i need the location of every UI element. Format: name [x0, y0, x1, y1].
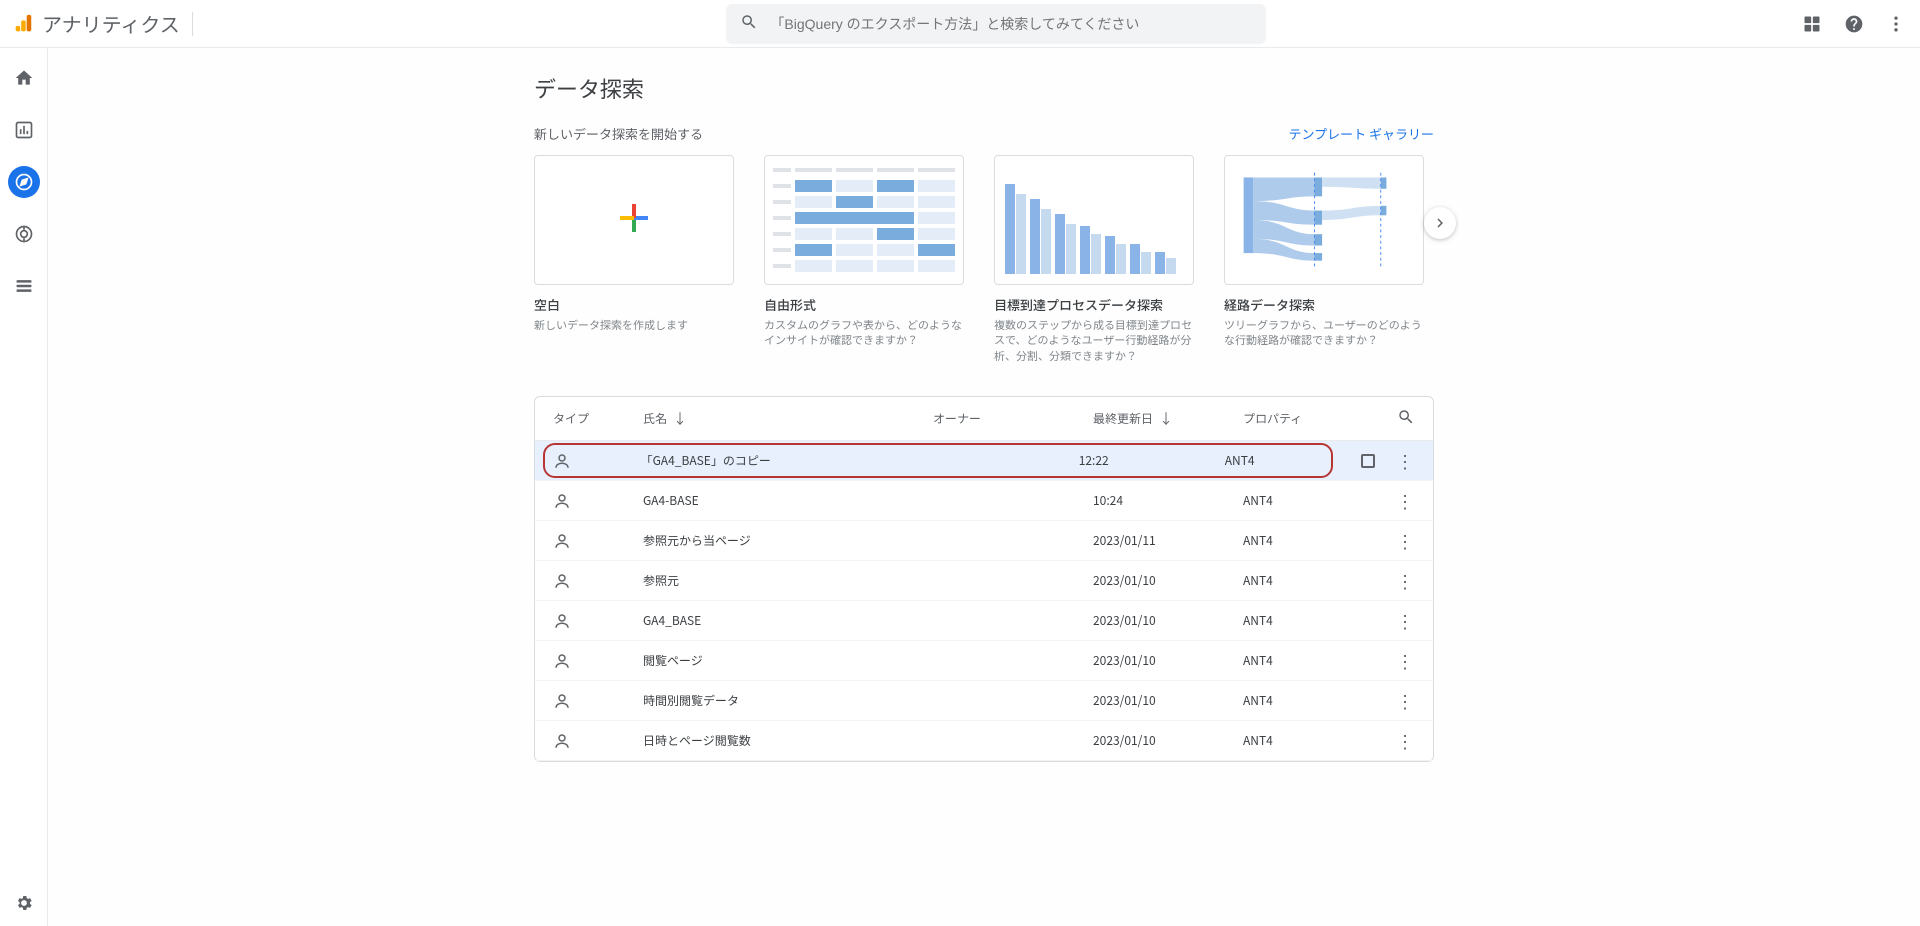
table-row[interactable]: 日時とページ閲覧数 2023/01/10ANT4 ⋮ [535, 721, 1433, 761]
arrow-down-icon: ↓ [673, 409, 687, 429]
template-title: 空白 [534, 295, 734, 314]
table-row[interactable]: 参照元 2023/01/10ANT4 ⋮ [535, 561, 1433, 601]
row-date: 2023/01/10 [1093, 652, 1243, 669]
person-icon [553, 612, 643, 630]
template-desc: 複数のステップから成る目標到達プロセスで、どのようなユーザー行動経路が分析、分割… [994, 318, 1194, 364]
row-property: ANT4 [1243, 572, 1383, 589]
row-property: ANT4 [1243, 532, 1383, 549]
row-name: 「GA4_BASE」のコピー [641, 452, 923, 469]
table-row[interactable]: 閲覧ページ 2023/01/10ANT4 ⋮ [535, 641, 1433, 681]
row-date: 2023/01/10 [1093, 612, 1243, 629]
person-icon [553, 692, 643, 710]
person-icon [553, 652, 643, 670]
template-title: 目標到達プロセスデータ探索 [994, 295, 1194, 314]
page-title: データ探索 [534, 72, 1434, 104]
person-icon [553, 492, 643, 510]
explorations-list: タイプ 氏名 ↓ オーナー 最終更新日 ↓ プロパティ [534, 396, 1434, 762]
arrow-down-icon: ↓ [1159, 409, 1173, 429]
nav-reports[interactable] [8, 114, 40, 146]
table-row[interactable]: 時間別閲覧データ 2023/01/10ANT4 ⋮ [535, 681, 1433, 721]
more-vert-icon[interactable]: ⋮ [1395, 612, 1415, 630]
more-vert-icon[interactable]: ⋮ [1395, 692, 1415, 710]
nav-advertising[interactable] [8, 218, 40, 250]
col-type[interactable]: タイプ [553, 410, 643, 427]
app-title: アナリティクス [42, 9, 180, 38]
row-property: ANT4 [1225, 452, 1361, 469]
more-vert-icon[interactable]: ⋮ [1395, 452, 1415, 470]
template-funnel[interactable] [994, 155, 1194, 285]
table-row[interactable]: GA4-BASE 10:24ANT4 ⋮ [535, 481, 1433, 521]
row-date: 2023/01/10 [1093, 572, 1243, 589]
list-header: タイプ 氏名 ↓ オーナー 最終更新日 ↓ プロパティ [535, 397, 1433, 441]
search-box[interactable] [726, 4, 1266, 44]
row-property: ANT4 [1243, 612, 1383, 629]
plus-icon [616, 200, 652, 240]
more-vert-icon[interactable]: ⋮ [1395, 532, 1415, 550]
template-desc: ツリーグラフから、ユーザーのどのような行動経路が確認できますか？ [1224, 318, 1424, 349]
row-date: 2023/01/10 [1093, 732, 1243, 749]
col-owner[interactable]: オーナー [933, 410, 1093, 427]
table-row[interactable]: 「GA4_BASE」のコピー 12:22ANT4 ⋮ [535, 441, 1433, 481]
more-vert-icon[interactable]: ⋮ [1395, 652, 1415, 670]
template-gallery-link[interactable]: テンプレート ギャラリー [1288, 124, 1434, 143]
template-title: 自由形式 [764, 295, 964, 314]
person-icon [553, 452, 641, 470]
template-path[interactable] [1224, 155, 1424, 285]
analytics-logo-icon [12, 13, 34, 35]
row-property: ANT4 [1243, 492, 1383, 509]
template-freeform[interactable] [764, 155, 964, 285]
search-icon [740, 13, 758, 35]
more-vert-icon[interactable]: ⋮ [1395, 572, 1415, 590]
more-vert-icon[interactable]: ⋮ [1395, 732, 1415, 750]
col-property[interactable]: プロパティ [1243, 410, 1383, 427]
section-subtitle: 新しいデータ探索を開始する [534, 124, 703, 143]
template-blank[interactable] [534, 155, 734, 285]
row-property: ANT4 [1243, 732, 1383, 749]
row-property: ANT4 [1243, 692, 1383, 709]
nav-admin[interactable] [8, 894, 40, 926]
template-desc: 新しいデータ探索を作成します [534, 318, 734, 333]
row-name: GA4-BASE [643, 492, 933, 509]
row-name: 参照元から当ページ [643, 532, 933, 549]
more-vert-icon[interactable]: ⋮ [1395, 492, 1415, 510]
search-icon[interactable] [1397, 408, 1415, 430]
person-icon [553, 532, 643, 550]
table-row[interactable]: 参照元から当ページ 2023/01/11ANT4 ⋮ [535, 521, 1433, 561]
person-icon [553, 572, 643, 590]
col-date[interactable]: 最終更新日 ↓ [1093, 409, 1243, 429]
row-date: 2023/01/10 [1093, 692, 1243, 709]
template-title: 経路データ探索 [1224, 295, 1424, 314]
row-name: 時間別閲覧データ [643, 692, 933, 709]
search-input[interactable] [770, 16, 1252, 32]
table-row[interactable]: GA4_BASE 2023/01/10ANT4 ⋮ [535, 601, 1433, 641]
row-date: 2023/01/11 [1093, 532, 1243, 549]
row-date: 10:24 [1093, 492, 1243, 509]
person-icon [553, 732, 643, 750]
nav-configure[interactable] [8, 270, 40, 302]
row-property: ANT4 [1243, 652, 1383, 669]
row-name: 閲覧ページ [643, 652, 933, 669]
left-nav [0, 48, 48, 926]
logo-area: アナリティクス [12, 9, 180, 38]
row-name: 参照元 [643, 572, 933, 589]
apps-icon[interactable] [1800, 12, 1824, 36]
row-name: 日時とページ閲覧数 [643, 732, 933, 749]
more-vert-icon[interactable] [1884, 12, 1908, 36]
help-icon[interactable] [1842, 12, 1866, 36]
row-date: 12:22 [1079, 452, 1225, 469]
divider [192, 12, 193, 36]
template-desc: カスタムのグラフや表から、どのようなインサイトが確認できますか？ [764, 318, 964, 349]
nav-explore[interactable] [8, 166, 40, 198]
col-name[interactable]: 氏名 ↓ [643, 409, 933, 429]
row-name: GA4_BASE [643, 612, 933, 629]
carousel-next-button[interactable] [1424, 207, 1456, 239]
nav-home[interactable] [8, 62, 40, 94]
checkbox[interactable] [1361, 454, 1375, 468]
topbar: アナリティクス [0, 0, 1920, 48]
